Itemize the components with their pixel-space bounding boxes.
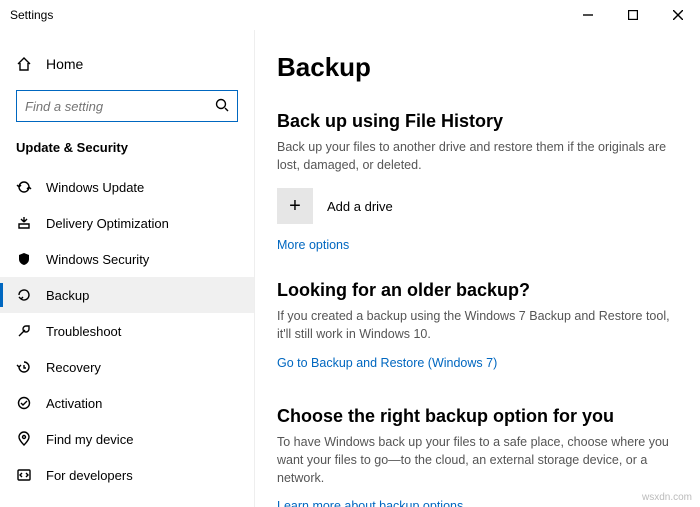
sidebar-item-backup[interactable]: Backup [0, 277, 254, 313]
sidebar-item-troubleshoot[interactable]: Troubleshoot [0, 313, 254, 349]
titlebar: Settings [0, 0, 700, 30]
main-content: Backup Back up using File History Back u… [255, 30, 700, 507]
page-title: Backup [277, 52, 682, 83]
sidebar-item-activation[interactable]: Activation [0, 385, 254, 421]
sidebar-item-for-developers[interactable]: For developers [0, 457, 254, 493]
wrench-icon [16, 323, 32, 339]
learn-more-backup-link[interactable]: Learn more about backup options [277, 499, 463, 507]
search-input[interactable] [25, 99, 215, 114]
sidebar-item-windows-update[interactable]: Windows Update [0, 169, 254, 205]
shield-icon [16, 251, 32, 267]
sidebar: Home Update & Security Windows Update De… [0, 30, 255, 507]
maximize-button[interactable] [610, 0, 655, 30]
sidebar-item-find-my-device[interactable]: Find my device [0, 421, 254, 457]
section-body: Back up your files to another drive and … [277, 138, 682, 174]
maximize-icon [628, 10, 638, 20]
sidebar-item-label: Windows Update [46, 180, 144, 195]
backup-restore-win7-link[interactable]: Go to Backup and Restore (Windows 7) [277, 356, 497, 370]
sidebar-item-label: Troubleshoot [46, 324, 121, 339]
add-drive-label: Add a drive [327, 199, 393, 214]
plus-icon: + [277, 188, 313, 224]
sidebar-item-label: Activation [46, 396, 102, 411]
backup-icon [16, 287, 32, 303]
sync-icon [16, 179, 32, 195]
window-title: Settings [10, 8, 565, 22]
section-heading-file-history: Back up using File History [277, 111, 682, 132]
sidebar-item-label: Delivery Optimization [46, 216, 169, 231]
window-controls [565, 0, 700, 30]
sidebar-item-label: Find my device [46, 432, 133, 447]
section-heading-choose-option: Choose the right backup option for you [277, 406, 682, 427]
search-box[interactable] [16, 90, 238, 122]
more-options-link[interactable]: More options [277, 238, 349, 252]
watermark: wsxdn.com [642, 492, 692, 503]
developer-icon [16, 467, 32, 483]
home-button[interactable]: Home [0, 48, 254, 80]
sidebar-item-windows-security[interactable]: Windows Security [0, 241, 254, 277]
home-icon [16, 56, 32, 72]
home-label: Home [46, 56, 83, 72]
delivery-icon [16, 215, 32, 231]
close-button[interactable] [655, 0, 700, 30]
minimize-icon [583, 10, 593, 20]
recovery-icon [16, 359, 32, 375]
sidebar-item-delivery-optimization[interactable]: Delivery Optimization [0, 205, 254, 241]
section-body: To have Windows back up your files to a … [277, 433, 682, 487]
search-icon [215, 98, 229, 115]
location-icon [16, 431, 32, 447]
activation-icon [16, 395, 32, 411]
sidebar-item-label: For developers [46, 468, 133, 483]
section-body: If you created a backup using the Window… [277, 307, 682, 343]
sidebar-section-label: Update & Security [0, 136, 254, 169]
minimize-button[interactable] [565, 0, 610, 30]
sidebar-item-label: Recovery [46, 360, 101, 375]
sidebar-item-recovery[interactable]: Recovery [0, 349, 254, 385]
section-heading-older-backup: Looking for an older backup? [277, 280, 682, 301]
add-drive-button[interactable]: + Add a drive [277, 188, 682, 224]
sidebar-item-label: Windows Security [46, 252, 149, 267]
close-icon [673, 10, 683, 20]
sidebar-item-label: Backup [46, 288, 89, 303]
